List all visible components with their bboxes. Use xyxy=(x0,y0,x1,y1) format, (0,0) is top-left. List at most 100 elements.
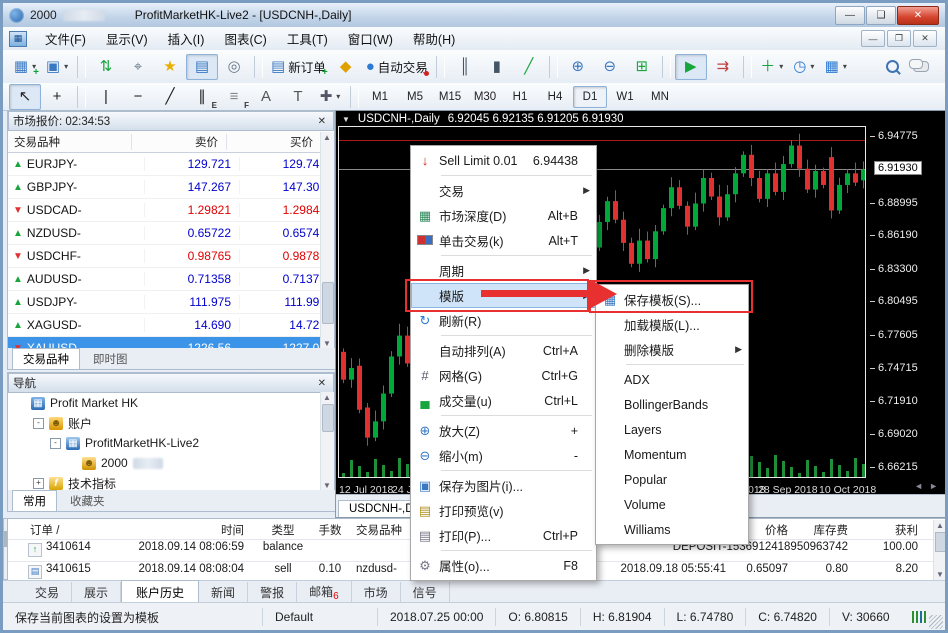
menubar-item-3[interactable]: 图表(C) xyxy=(214,26,276,51)
terminal-button[interactable]: ▤ xyxy=(186,54,218,80)
vline-tool[interactable]: | xyxy=(90,84,122,110)
auto-scroll-button[interactable]: ▶ xyxy=(675,54,707,80)
trendline-tool[interactable]: ╱ xyxy=(154,84,186,110)
terminal-tab-邮箱[interactable]: 邮箱6 xyxy=(297,581,352,604)
menubar-item-2[interactable]: 插入(I) xyxy=(158,26,215,51)
menu-item-save-as-picture[interactable]: ▣保存为图片(i)... xyxy=(411,473,596,498)
market-watch-row-eurjpy[interactable]: ▲EURJPY-129.721129.743 xyxy=(8,153,334,176)
nav-node-账户[interactable]: -☻账户 xyxy=(8,413,334,433)
menu-item-periodicity[interactable]: 周期▶ xyxy=(411,258,596,283)
channel-tool[interactable]: ∥E xyxy=(186,84,218,110)
resize-grip[interactable] xyxy=(929,615,943,629)
text-tool[interactable]: A xyxy=(250,84,282,110)
candlestick-button[interactable]: ▮ xyxy=(481,54,513,80)
submenu-item-load-template[interactable]: 加载模版(L)... xyxy=(596,312,748,337)
line-chart-button[interactable]: ╱ xyxy=(513,54,545,80)
autotrading-button[interactable]: ●自动交易 xyxy=(362,54,432,80)
menu-item-zoom-out[interactable]: ⊖缩小(m)- xyxy=(411,443,596,468)
market-watch-row-usdjpy[interactable]: ▲USDJPY-111.975111.993 xyxy=(8,291,334,314)
navigator-button[interactable]: ★ xyxy=(154,54,186,80)
fibo-tool[interactable]: ≡F xyxy=(218,84,250,110)
tab-symbols[interactable]: 交易品种 xyxy=(12,348,80,369)
market-watch-row-gbpjpy[interactable]: ▲GBPJPY-147.267147.303 xyxy=(8,176,334,199)
timeframe-d1[interactable]: D1 xyxy=(573,86,607,108)
shapes-tool[interactable]: ✚▾ xyxy=(314,84,346,110)
maximize-button[interactable]: ❑ xyxy=(866,6,896,25)
terminal-tab-警报[interactable]: 警报 xyxy=(248,582,297,603)
hline-tool[interactable]: − xyxy=(122,84,154,110)
child-restore-button[interactable]: ❐ xyxy=(887,30,911,47)
navigator-scrollbar[interactable]: ▲▼ xyxy=(320,392,334,491)
terminal-scrollbar[interactable]: ▲ ▼ xyxy=(933,520,947,580)
menubar-item-5[interactable]: 窗口(W) xyxy=(338,26,403,51)
terminal-tab-信号[interactable]: 信号 xyxy=(401,582,450,603)
submenu-item-williams[interactable]: Williams xyxy=(596,517,748,542)
menu-item-one-click-trading[interactable]: 单击交易(k)Alt+T xyxy=(411,228,596,253)
table-row[interactable]: ↑3410614 xyxy=(28,541,91,557)
market-watch-close-icon[interactable]: ✕ xyxy=(315,116,329,127)
market-watch-row-audusd[interactable]: ▲AUDUSD-0.713580.71378 xyxy=(8,268,334,291)
timeframe-mn[interactable]: MN xyxy=(643,86,677,108)
menu-item-depth-of-market[interactable]: ▦市场深度(D)Alt+B xyxy=(411,203,596,228)
data-window-button[interactable]: ⌖ xyxy=(122,54,154,80)
menu-item-grid[interactable]: #网格(G)Ctrl+G xyxy=(411,363,596,388)
tree-toggle-icon[interactable]: + xyxy=(33,478,44,489)
chart-system-icon[interactable]: ▦ xyxy=(9,31,27,47)
menu-item-print-preview[interactable]: ▤打印预览(v) xyxy=(411,498,596,523)
menu-item-template[interactable]: 模版▶ xyxy=(411,283,596,308)
cursor-tool[interactable]: ↖ xyxy=(9,84,41,110)
terminal-tab-交易[interactable]: 交易 xyxy=(23,582,72,603)
timeframe-h1[interactable]: H1 xyxy=(503,86,537,108)
navigator-title[interactable]: 导航 ✕ xyxy=(8,373,334,393)
strategy-tester-button[interactable]: ◎ xyxy=(218,54,250,80)
menubar-item-6[interactable]: 帮助(H) xyxy=(403,26,465,51)
menu-item-sell-limit[interactable]: ↓Sell Limit 0.016.94438 xyxy=(411,148,596,173)
tile-windows-button[interactable]: ⊞ xyxy=(626,54,658,80)
new-order-button[interactable]: ▤+新订单 xyxy=(267,54,330,80)
menu-item-volumes[interactable]: ▄成交量(u)Ctrl+L xyxy=(411,388,596,413)
tab-favorites[interactable]: 收藏夹 xyxy=(59,490,116,511)
market-watch-row-usdcad[interactable]: ▼USDCAD-1.298211.29844 xyxy=(8,199,334,222)
minimize-button[interactable]: — xyxy=(835,6,865,25)
timeframe-h4[interactable]: H4 xyxy=(538,86,572,108)
timeframe-m1[interactable]: M1 xyxy=(363,86,397,108)
child-minimize-button[interactable]: — xyxy=(861,30,885,47)
profiles-button[interactable]: ▣▾ xyxy=(41,54,73,80)
market-watch-row-usdchf[interactable]: ▼USDCHF-0.987650.98786 xyxy=(8,245,334,268)
submenu-item-remove-template[interactable]: 删除模版▶ xyxy=(596,337,748,362)
tab-common[interactable]: 常用 xyxy=(12,490,57,511)
submenu-item-momentum[interactable]: Momentum xyxy=(596,442,748,467)
submenu-item-bollingerbands[interactable]: BollingerBands xyxy=(596,392,748,417)
nav-node-2000[interactable]: ☻2000 xyxy=(8,453,334,473)
tree-toggle-icon[interactable]: - xyxy=(33,418,44,429)
timeframe-m30[interactable]: M30 xyxy=(468,86,502,108)
templates-button[interactable]: ▦▾ xyxy=(820,54,852,80)
tree-toggle-icon[interactable]: - xyxy=(50,438,61,449)
nav-node-profit-market-hk[interactable]: ▦Profit Market HK xyxy=(8,393,334,413)
menu-item-properties[interactable]: ⚙属性(o)...F8 xyxy=(411,553,596,578)
timeframe-m5[interactable]: M5 xyxy=(398,86,432,108)
timeframe-m15[interactable]: M15 xyxy=(433,86,467,108)
menu-item-trade[interactable]: 交易▶ xyxy=(411,178,596,203)
menu-item-auto-arrange[interactable]: 自动排列(A)Ctrl+A xyxy=(411,338,596,363)
child-close-button[interactable]: ✕ xyxy=(913,30,937,47)
terminal-tab-账户历史[interactable]: 账户历史 xyxy=(121,580,199,604)
submenu-item-popular[interactable]: Popular xyxy=(596,467,748,492)
zoom-in-button[interactable]: ⊕ xyxy=(562,54,594,80)
timeframe-w1[interactable]: W1 xyxy=(608,86,642,108)
terminal-tab-展示[interactable]: 展示 xyxy=(72,582,121,603)
bar-chart-button[interactable]: ║ xyxy=(449,54,481,80)
menu-item-zoom-in[interactable]: ⊕放大(Z)+ xyxy=(411,418,596,443)
close-button[interactable]: ✕ xyxy=(897,6,939,25)
periods-button[interactable]: ◷▾ xyxy=(788,54,820,80)
tab-tick-chart[interactable]: 即时图 xyxy=(82,348,139,369)
chart-shift-button[interactable]: ⇉ xyxy=(707,54,739,80)
submenu-item-save-template[interactable]: ▦保存模板(S)... xyxy=(596,287,748,312)
menubar-item-0[interactable]: 文件(F) xyxy=(35,26,96,51)
chat-icon[interactable] xyxy=(913,61,929,72)
menu-item-print[interactable]: ▤打印(P)...Ctrl+P xyxy=(411,523,596,548)
menubar-item-4[interactable]: 工具(T) xyxy=(277,26,338,51)
submenu-item-adx[interactable]: ADX xyxy=(596,367,748,392)
nav-node-profitmarkethk-live2[interactable]: -▦ProfitMarketHK-Live2 xyxy=(8,433,334,453)
search-icon[interactable] xyxy=(886,60,899,73)
